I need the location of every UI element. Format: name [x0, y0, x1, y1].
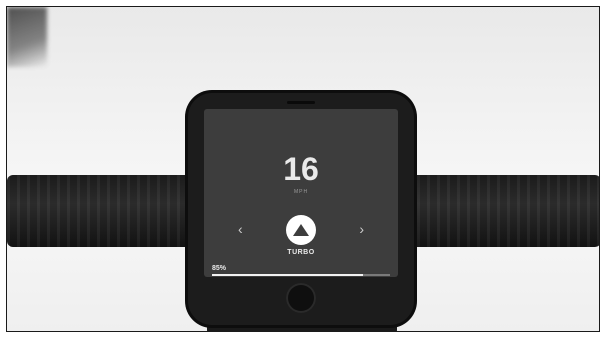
mode-icon — [293, 224, 309, 236]
assist-mode-button[interactable] — [286, 215, 316, 245]
home-button[interactable] — [286, 283, 316, 313]
battery-progress-fill — [212, 274, 364, 276]
phone-screen: 16 MPH ‹ › TURBO 85% — [204, 109, 398, 277]
earpiece — [287, 101, 315, 104]
assist-mode-label: TURBO — [287, 249, 315, 256]
chevron-left-icon[interactable]: ‹ — [238, 222, 243, 236]
image-frame: 16 MPH ‹ › TURBO 85% — [0, 0, 606, 338]
speed-unit: MPH — [293, 189, 309, 195]
handlebar-right — [407, 175, 599, 247]
photo: 16 MPH ‹ › TURBO 85% — [6, 6, 600, 332]
status-bar — [210, 112, 392, 120]
speed-value: 16 — [283, 151, 319, 187]
battery-progress-bar — [212, 274, 390, 276]
chevron-right-icon[interactable]: › — [359, 222, 364, 236]
smartphone: 16 MPH ‹ › TURBO 85% — [188, 93, 414, 325]
app-bar — [210, 121, 392, 131]
battery-value: 85% — [212, 265, 227, 272]
background-object — [7, 7, 47, 67]
handlebar-left — [7, 175, 207, 247]
